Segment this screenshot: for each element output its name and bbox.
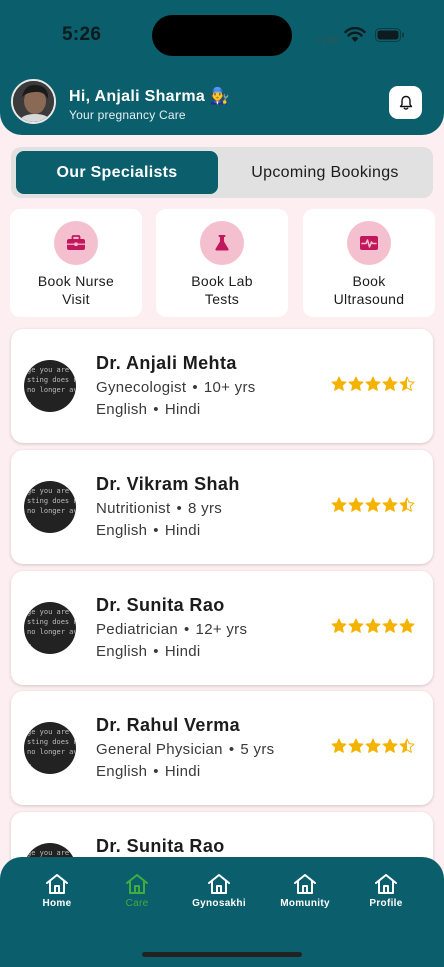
home-icon (126, 874, 148, 894)
rating-stars (331, 618, 415, 634)
doctor-avatar-placeholder: ge you are sting does no no longer avai … (24, 722, 76, 774)
greeting-subtitle: Your pregnancy Care (69, 108, 186, 122)
doctor-languages: English • Hindi (96, 401, 201, 418)
status-time: 5:26 (62, 24, 102, 45)
tab-our-specialists[interactable]: Our Specialists (16, 151, 218, 194)
doctor-languages: English • Hindi (96, 522, 201, 539)
doctor-specialty-experience: Pediatrician • 12+ yrs (96, 621, 248, 638)
notifications-button[interactable] (389, 86, 422, 119)
star-half-icon (399, 738, 415, 753)
user-avatar[interactable] (11, 79, 56, 124)
bell-icon (399, 95, 412, 110)
nav-home[interactable]: Home (17, 873, 97, 909)
quick-action-label: Book Nurse Visit (37, 273, 115, 307)
book-lab-tests-card[interactable]: Book Lab Tests (156, 209, 288, 317)
star-full-icon (365, 618, 381, 633)
home-icon (208, 874, 230, 894)
star-full-icon (331, 497, 347, 512)
doctor-name: Dr. Anjali Mehta (96, 353, 237, 373)
nav-gynosakhi[interactable]: Gynosakhi (179, 873, 259, 909)
cellular-signal-icon (316, 34, 338, 44)
quick-action-label: Book Ultrasound (333, 273, 405, 307)
star-full-icon (382, 618, 398, 633)
doctor-languages: English • Hindi (96, 763, 201, 780)
star-full-icon (365, 738, 381, 753)
bottom-navigation: Home Care Gynosakhi Momunity Profile (0, 857, 444, 967)
star-full-icon (382, 376, 398, 391)
star-full-icon (348, 376, 364, 391)
doctor-card[interactable]: ge you are sting does no no longer avai … (11, 450, 433, 564)
home-icon (294, 874, 316, 894)
star-full-icon (331, 738, 347, 753)
star-full-icon (348, 738, 364, 753)
doctor-avatar-placeholder: ge you are sting does no no longer avai … (24, 481, 76, 533)
doctor-specialty-experience: Nutritionist • 8 yrs (96, 500, 223, 517)
flask-icon (200, 221, 244, 265)
star-full-icon (399, 618, 415, 633)
star-full-icon (348, 618, 364, 633)
quick-action-label: Book Lab Tests (191, 273, 253, 307)
doctor-name: Dr. Sunita Rao (96, 595, 225, 615)
doctor-specialty-experience: General Physician • 5 yrs (96, 741, 275, 758)
home-icon (46, 874, 68, 894)
star-full-icon (331, 376, 347, 391)
nav-care[interactable]: Care (97, 873, 177, 909)
battery-icon (375, 28, 404, 42)
rating-stars (331, 497, 415, 513)
tab-upcoming-bookings[interactable]: Upcoming Bookings (222, 151, 428, 194)
home-indicator (142, 952, 302, 957)
doctor-card[interactable]: ge you are sting does no no longer avai … (11, 571, 433, 685)
app-header: 5:26 Hi, Anjali Sharma 🧑‍🔧 Your pregnanc… (0, 0, 444, 135)
doctor-languages: English • Hindi (96, 643, 201, 660)
star-full-icon (382, 497, 398, 512)
ultrasound-monitor-icon (347, 221, 391, 265)
user-photo (13, 81, 54, 122)
home-icon (375, 874, 397, 894)
star-full-icon (365, 497, 381, 512)
book-ultrasound-card[interactable]: Book Ultrasound (303, 209, 435, 317)
star-full-icon (382, 738, 398, 753)
star-full-icon (348, 497, 364, 512)
book-nurse-visit-card[interactable]: Book Nurse Visit (10, 209, 142, 317)
rating-stars (331, 376, 415, 392)
doctor-specialty-experience: Gynecologist • 10+ yrs (96, 379, 256, 396)
status-bar: 5:26 (0, 0, 444, 70)
star-half-icon (399, 497, 415, 512)
doctor-name: Dr. Rahul Verma (96, 715, 241, 735)
doctor-name: Dr. Vikram Shah (96, 474, 240, 494)
doctor-card[interactable]: ge you are sting does no no longer avai … (11, 691, 433, 805)
wifi-icon (344, 27, 366, 42)
doctor-avatar-placeholder: ge you are sting does no no longer avai … (24, 360, 76, 412)
specialists-bookings-tabs: Our Specialists Upcoming Bookings (11, 147, 433, 198)
star-full-icon (365, 376, 381, 391)
medical-kit-icon (54, 221, 98, 265)
doctor-name: Dr. Sunita Rao (96, 836, 225, 856)
star-half-icon (399, 376, 415, 391)
doctor-card[interactable]: ge you are sting does no no longer avai … (11, 329, 433, 443)
rating-stars (331, 738, 415, 754)
star-full-icon (331, 618, 347, 633)
dynamic-island (152, 15, 292, 56)
nav-momunity[interactable]: Momunity (265, 873, 345, 909)
nav-profile[interactable]: Profile (346, 873, 426, 909)
greeting-text: Hi, Anjali Sharma 🧑‍🔧 (69, 88, 231, 105)
doctor-avatar-placeholder: ge you are sting does no no longer avai … (24, 602, 76, 654)
